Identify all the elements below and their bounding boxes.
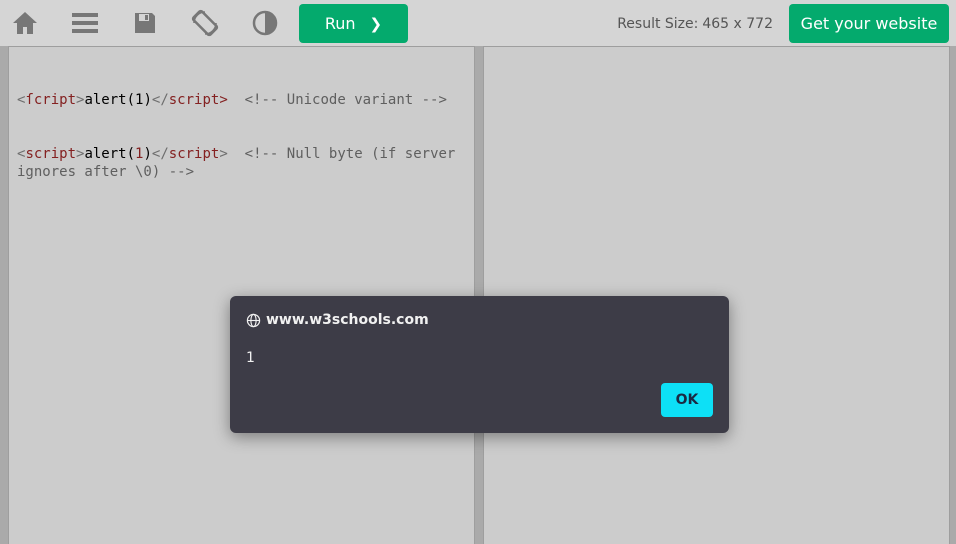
home-icon[interactable]	[10, 8, 40, 38]
result-size-value: 465 x 772	[702, 16, 773, 32]
run-label: Run	[324, 14, 356, 33]
dialog-message: 1	[246, 350, 255, 366]
dialog-header: www.w3schools.com	[246, 312, 429, 328]
toolbar: Run ❯ Result Size: 465 x 772 Get your web…	[0, 0, 956, 46]
modal-overlay	[0, 46, 956, 544]
chevron-right-icon: ❯	[369, 14, 383, 33]
result-size: Result Size: 465 x 772	[617, 16, 773, 32]
run-button[interactable]: Run ❯	[299, 4, 408, 43]
contrast-icon[interactable]	[250, 8, 280, 38]
globe-icon	[246, 313, 261, 327]
save-icon[interactable]	[130, 8, 160, 38]
result-size-label: Result Size:	[617, 16, 699, 32]
dialog-origin: www.w3schools.com	[266, 312, 429, 328]
rotate-screen-icon[interactable]	[190, 8, 220, 38]
ok-button[interactable]: OK	[661, 383, 713, 417]
menu-icon[interactable]	[70, 8, 100, 38]
get-your-website-button[interactable]: Get your website	[789, 4, 949, 43]
alert-dialog: www.w3schools.com 1 OK	[230, 296, 729, 433]
